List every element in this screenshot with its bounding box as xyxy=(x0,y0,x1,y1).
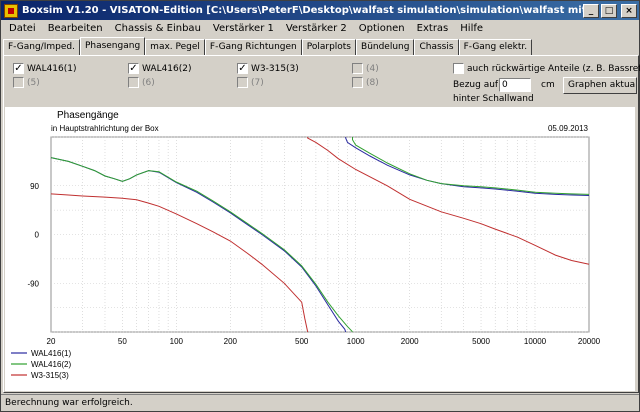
tab-phasengang[interactable]: Phasengang xyxy=(79,37,146,55)
phase-chart-svg: Phasengänge in Hauptstrahlrichtung der B… xyxy=(5,107,635,391)
x-tick-label: 200 xyxy=(224,337,238,346)
x-tick-label: 20 xyxy=(47,337,56,346)
checkbox-label: (4) xyxy=(366,63,379,74)
checkbox-label: WAL416(1) xyxy=(27,63,77,74)
title-bar[interactable]: Boxsim V1.20 - VISATON-Edition [C:\Users… xyxy=(1,1,639,20)
tab-polarplots[interactable]: Polarplots xyxy=(301,39,357,55)
chart-date: 05.09.2013 xyxy=(548,124,589,133)
y-tick-label: -90 xyxy=(27,279,39,288)
window-title: Boxsim V1.20 - VISATON-Edition [C:\Users… xyxy=(22,5,583,16)
driver-checkbox-7[interactable]: (7) xyxy=(237,77,264,88)
legend-label-1: WAL416(1) xyxy=(31,349,72,358)
chart-title: Phasengänge xyxy=(57,110,119,121)
menu-bearbeiten[interactable]: Bearbeiten xyxy=(42,23,109,34)
checkbox[interactable] xyxy=(352,63,363,74)
x-tick-label: 500 xyxy=(295,337,309,346)
checkbox-label: WAL416(2) xyxy=(142,63,192,74)
x-tick-label: 5000 xyxy=(472,337,490,346)
unit-label: cm xyxy=(541,80,555,90)
tab-fgang-imped[interactable]: F-Gang/Imped. xyxy=(3,39,80,55)
x-tick-label: 100 xyxy=(170,337,184,346)
checkbox[interactable]: ✓ xyxy=(128,63,139,74)
app-icon xyxy=(4,3,18,18)
menu-optionen[interactable]: Optionen xyxy=(353,23,411,34)
menu-verstaerker-1[interactable]: Verstärker 1 xyxy=(207,23,280,34)
checkbox-label: (8) xyxy=(366,77,379,88)
checkbox[interactable] xyxy=(352,77,363,88)
x-tick-label: 1000 xyxy=(347,337,365,346)
y-tick-label: 0 xyxy=(35,231,40,240)
tab-chassis[interactable]: Chassis xyxy=(414,39,459,55)
refresh-graph-button[interactable]: Graphen aktuali xyxy=(563,77,637,94)
phase-chart: Phasengänge in Hauptstrahlrichtung der B… xyxy=(5,107,635,391)
driver-checkbox-2[interactable]: ✓ WAL416(2) xyxy=(128,63,192,74)
checkbox[interactable] xyxy=(128,77,139,88)
status-bar: Berechnung war erfolgreich. xyxy=(1,394,639,411)
checkbox-label: (6) xyxy=(142,77,155,88)
menu-verstaerker-2[interactable]: Verstärker 2 xyxy=(280,23,353,34)
close-button[interactable]: × xyxy=(621,3,637,18)
tab-buendelung[interactable]: Bündelung xyxy=(356,39,415,55)
x-tick-label: 50 xyxy=(118,337,127,346)
driver-checkbox-4[interactable]: (4) xyxy=(352,63,379,74)
y-tick-label: 90 xyxy=(30,182,39,191)
checkbox-label: W3-315(3) xyxy=(251,63,299,74)
checkbox-label: (5) xyxy=(27,77,40,88)
chart-subtitle: in Hauptstrahlrichtung der Box xyxy=(51,124,159,133)
reference-distance-input[interactable]: 0 xyxy=(499,78,531,92)
rear-components-label: auch rückwärtige Anteile (z. B. Bassrefl… xyxy=(467,63,640,74)
maximize-button[interactable]: □ xyxy=(601,3,617,18)
x-tick-label: 2000 xyxy=(401,337,419,346)
legend-label-3: W3-315(3) xyxy=(31,371,69,380)
checkbox[interactable] xyxy=(13,77,24,88)
driver-checkbox-3[interactable]: ✓ W3-315(3) xyxy=(237,63,299,74)
bezug-label: Bezug auf xyxy=(453,80,499,90)
driver-checkbox-1[interactable]: ✓ WAL416(1) xyxy=(13,63,77,74)
hinter-schallwand-label: hinter Schallwand xyxy=(453,94,534,104)
minimize-button[interactable]: _ xyxy=(583,3,599,18)
driver-checkbox-6[interactable]: (6) xyxy=(128,77,155,88)
menu-datei[interactable]: Datei xyxy=(3,23,42,34)
checkbox[interactable]: ✓ xyxy=(13,63,24,74)
menu-hilfe[interactable]: Hilfe xyxy=(454,23,489,34)
checkbox-label: (7) xyxy=(251,77,264,88)
tab-strip: F-Gang/Imped. Phasengang max. Pegel F-Ga… xyxy=(3,37,533,55)
checkbox[interactable] xyxy=(453,63,464,74)
x-tick-label: 20000 xyxy=(578,337,601,346)
rear-components-checkbox[interactable]: auch rückwärtige Anteile (z. B. Bassrefl… xyxy=(453,63,640,74)
driver-checkbox-5[interactable]: (5) xyxy=(13,77,40,88)
menu-chassis-einbau[interactable]: Chassis & Einbau xyxy=(109,23,207,34)
checkbox[interactable]: ✓ xyxy=(237,63,248,74)
driver-checkbox-8[interactable]: (8) xyxy=(352,77,379,88)
app-window: Boxsim V1.20 - VISATON-Edition [C:\Users… xyxy=(0,0,640,412)
tab-fgang-richtungen[interactable]: F-Gang Richtungen xyxy=(204,39,302,55)
tab-fgang-elektr[interactable]: F-Gang elektr. xyxy=(458,39,533,55)
menu-bar: Datei Bearbeiten Chassis & Einbau Verstä… xyxy=(1,20,639,37)
x-tick-label: 10000 xyxy=(524,337,547,346)
checkbox[interactable] xyxy=(237,77,248,88)
menu-extras[interactable]: Extras xyxy=(411,23,455,34)
tab-max-pegel[interactable]: max. Pegel xyxy=(145,39,205,55)
legend-label-2: WAL416(2) xyxy=(31,360,72,369)
